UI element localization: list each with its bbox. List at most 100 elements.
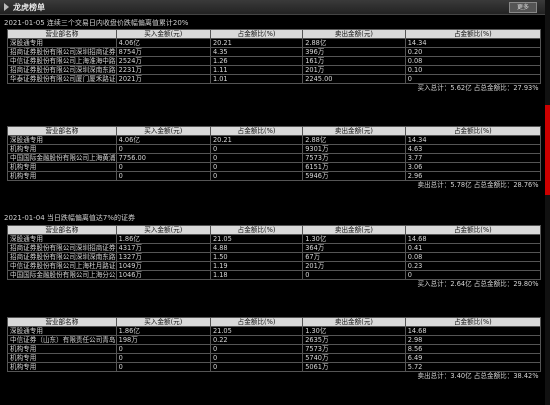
table-row[interactable]: 中国国际金融股份有限公司上海黄浦区湖滨路证券营业部7756.0007573万3.… (7, 153, 542, 163)
column-header[interactable]: 卖出金额(元) (302, 317, 406, 327)
table-cell: 4.63 (404, 144, 542, 154)
table-row[interactable]: 机构专用 0 0 5740万 6.49 (7, 353, 542, 363)
table-cell: 0 (209, 162, 304, 172)
branch-name-link[interactable]: 华泰证券股份有限公司厦门厦禾路证券营业部 (7, 74, 117, 84)
total-row: 卖出总计：3.40亿 占总金额比：38.42% (7, 371, 541, 380)
more-button[interactable]: 更多 (509, 2, 537, 13)
scrollbar-thumb[interactable] (545, 105, 550, 195)
table-cell: 7756.00 (115, 153, 211, 163)
branch-name-link[interactable]: 深股通专用 (7, 38, 117, 48)
table-row[interactable]: 招商证券股份有限公司深圳招商证券大厦证券营业部8754万4.35396万0.20 (7, 47, 542, 57)
branch-name-link[interactable]: 中信证券（山东）有限责任公司青岛南京路证券营业部 (7, 335, 117, 345)
table-cell: 4.35 (209, 47, 304, 57)
table-cell: 9301万 (302, 144, 406, 154)
table-row[interactable]: 中信证券股份有限公司上海淮海中路证券营业部2524万1.26161万0.08 (7, 56, 542, 66)
table-row[interactable]: 华泰证券股份有限公司厦门厦禾路证券营业部2021万1.012245.000 (7, 74, 542, 84)
table-row[interactable]: 招商证券股份有限公司深圳深南东路证券营业部2231万1.11201万0.10 (7, 65, 542, 75)
table-row[interactable]: 机构专用 0 0 5061万 5.72 (7, 362, 542, 372)
table-row[interactable]: 中信证券（山东）有限责任公司青岛南京路证券营业部198万0.222635万2.9… (7, 335, 542, 345)
branch-name-link[interactable]: 深股通专用 (7, 326, 117, 336)
column-header[interactable]: 营业部名称 (7, 126, 117, 136)
table-cell: 2021万 (115, 74, 211, 84)
table-cell: 0.41 (404, 243, 542, 253)
branch-name-link[interactable]: 中国国际金融股份有限公司上海黄浦区湖滨路证券营业部 (7, 153, 117, 163)
column-header[interactable]: 占金额比(%) (404, 317, 542, 327)
column-header[interactable]: 买入金额(元) (115, 29, 211, 39)
table-header-row: 营业部名称 买入金额(元) 占金额比(%) 卖出金额(元) 占金额比(%) (7, 29, 542, 39)
table-row[interactable]: 机构专用 0 0 9301万 4.63 (7, 144, 542, 154)
table-cell: 1.50 (209, 252, 304, 262)
table-cell: 14.68 (404, 326, 542, 336)
table-cell: 1046万 (115, 270, 211, 280)
scrollbar[interactable] (545, 0, 550, 405)
column-header[interactable]: 营业部名称 (7, 225, 117, 235)
total-row: 卖出总计：5.78亿 占总金额比：28.76% (7, 180, 541, 189)
table-cell: 0 (209, 344, 304, 354)
table-row[interactable]: 深股通专用 1.86亿 21.05 1.30亿 14.68 (7, 234, 542, 244)
table-cell: 0 (115, 171, 211, 181)
branch-name-link[interactable]: 招商证券股份有限公司深圳深南东路证券营业部 (7, 65, 117, 75)
table-row[interactable]: 机构专用 0 0 5946万 2.96 (7, 171, 542, 181)
table-row[interactable]: 深股通专用 4.06亿 20.21 2.88亿 14.34 (7, 135, 542, 145)
table-row[interactable]: 机构专用 0 0 7573万 8.56 (7, 344, 542, 354)
table-cell: 0 (115, 353, 211, 363)
branch-name-link[interactable]: 机构专用 (7, 162, 117, 172)
table-cell: 8.56 (404, 344, 542, 354)
table-row[interactable]: 机构专用 0 0 6151万 3.06 (7, 162, 542, 172)
column-header[interactable]: 营业部名称 (7, 29, 117, 39)
branch-name-link[interactable]: 机构专用 (7, 144, 117, 154)
buy-total: 买入总计：2.64亿 占总金额比：29.80% (7, 279, 541, 288)
column-header[interactable]: 卖出金额(元) (302, 29, 406, 39)
table-cell: 0 (302, 270, 406, 280)
column-header[interactable]: 占金额比(%) (209, 317, 304, 327)
table-cell: 1327万 (115, 252, 211, 262)
table-cell: 0.22 (209, 335, 304, 345)
table-cell: 0 (404, 270, 542, 280)
branch-name-link[interactable]: 中国国际金融股份有限公司上海分公司 (7, 270, 117, 280)
table-cell: 2.88亿 (302, 135, 406, 145)
branch-name-link[interactable]: 机构专用 (7, 171, 117, 181)
triangle-icon (4, 3, 9, 11)
branch-name-link[interactable]: 机构专用 (7, 362, 117, 372)
branch-name-link[interactable]: 深股通专用 (7, 234, 117, 244)
column-header[interactable]: 占金额比(%) (209, 29, 304, 39)
table-cell: 201万 (302, 261, 406, 271)
table-cell: 0.08 (404, 56, 542, 66)
table-row[interactable]: 深股通专用 1.86亿 21.05 1.30亿 14.68 (7, 326, 542, 336)
table-cell: 1.11 (209, 65, 304, 75)
table-row[interactable]: 招商证券股份有限公司深圳深南东路证券营业部1327万1.5067万0.08 (7, 252, 542, 262)
branch-name-link[interactable]: 深股通专用 (7, 135, 117, 145)
column-header[interactable]: 卖出金额(元) (302, 126, 406, 136)
branch-name-link[interactable]: 机构专用 (7, 344, 117, 354)
column-header[interactable]: 占金额比(%) (404, 29, 542, 39)
table-cell: 2.88亿 (302, 38, 406, 48)
column-header[interactable]: 占金额比(%) (209, 126, 304, 136)
branch-name-link[interactable]: 中信证券股份有限公司上海淮海中路证券营业部 (7, 56, 117, 66)
branch-name-link[interactable]: 招商证券股份有限公司深圳深南东路证券营业部 (7, 252, 117, 262)
buy-table: 营业部名称 买入金额(元) 占金额比(%) 卖出金额(元) 占金额比(%) 深股通专用 1.… (7, 225, 542, 288)
column-header[interactable]: 买入金额(元) (115, 225, 211, 235)
column-header[interactable]: 卖出金额(元) (302, 225, 406, 235)
branch-name-link[interactable]: 招商证券股份有限公司深圳招商证券大厦证券营业部 (7, 47, 117, 57)
table-cell: 0.10 (404, 65, 542, 75)
table-cell: 21.05 (209, 326, 304, 336)
section-title: 2021-01-05 连续三个交易日内收盘价跌幅偏离值累计20% (4, 19, 189, 27)
column-header[interactable]: 买入金额(元) (115, 317, 211, 327)
table-row[interactable]: 招商证券股份有限公司深圳招商证券大厦证券营业部4317万4.88364万0.41 (7, 243, 542, 253)
column-header[interactable]: 占金额比(%) (209, 225, 304, 235)
sell-total: 卖出总计：3.40亿 占总金额比：38.42% (7, 371, 541, 380)
branch-name-link[interactable]: 招商证券股份有限公司深圳招商证券大厦证券营业部 (7, 243, 117, 253)
column-header[interactable]: 占金额比(%) (404, 126, 542, 136)
table-row[interactable]: 中信证券股份有限公司上海杜月路证券营业部1049万1.19201万0.23 (7, 261, 542, 271)
column-header[interactable]: 买入金额(元) (115, 126, 211, 136)
branch-name-link[interactable]: 中信证券股份有限公司上海杜月路证券营业部 (7, 261, 117, 271)
table-cell: 67万 (302, 252, 406, 262)
table-row[interactable]: 中国国际金融股份有限公司上海分公司 1046万 1.18 0 0 (7, 270, 542, 280)
table-cell: 5740万 (302, 353, 406, 363)
table-cell: 20.21 (209, 135, 304, 145)
table-row[interactable]: 深股通专用 4.06亿 20.21 2.88亿 14.34 (7, 38, 542, 48)
branch-name-link[interactable]: 机构专用 (7, 353, 117, 363)
column-header[interactable]: 营业部名称 (7, 317, 117, 327)
table-cell: 0 (209, 171, 304, 181)
column-header[interactable]: 占金额比(%) (404, 225, 542, 235)
